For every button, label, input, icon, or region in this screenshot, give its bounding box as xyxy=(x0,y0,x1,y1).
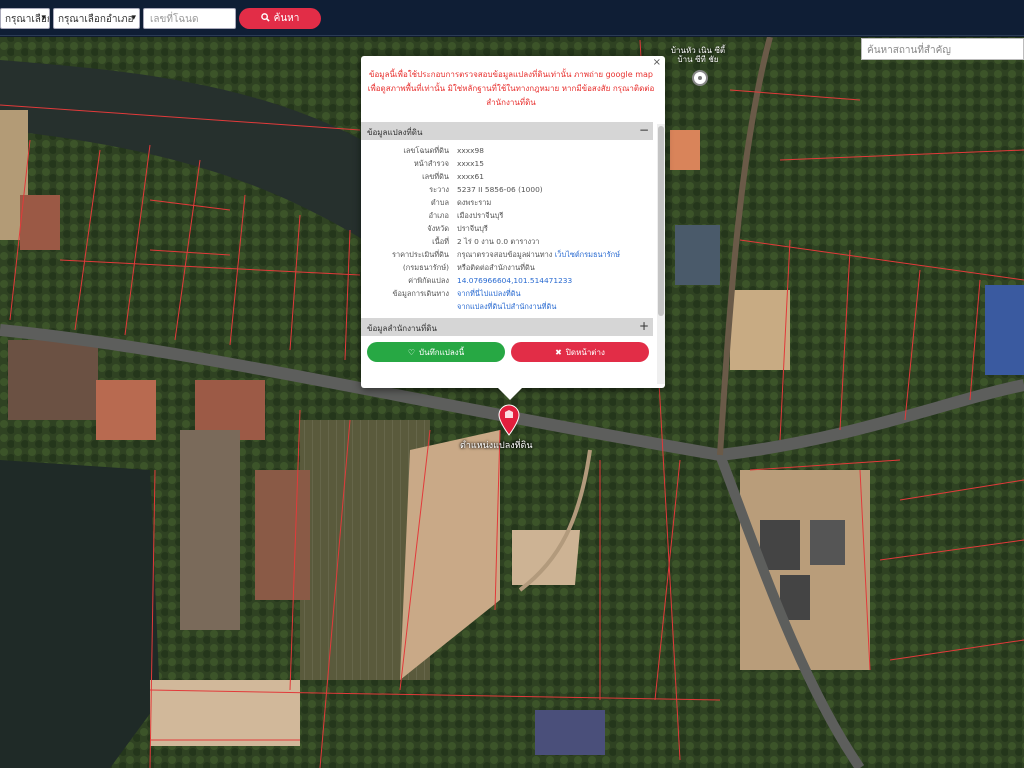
info-row: ระวาง 5237 II 5856-06 (1000) xyxy=(361,183,653,196)
collapse-icon[interactable]: − xyxy=(639,123,649,137)
treasury-link[interactable]: เว็บไซต์กรมธนารักษ์ xyxy=(555,250,620,259)
info-row: เลขโฉนดที่ดิน xxxx98 xyxy=(361,144,653,157)
heart-icon: ♡ xyxy=(407,347,415,357)
section-office-header[interactable]: ข้อมูลสำนักงานที่ดิน + xyxy=(361,318,653,336)
info-label: ข้อมูลการเดินทาง xyxy=(392,289,450,298)
info-label: ระวาง xyxy=(429,185,449,194)
save-parcel-button[interactable]: ♡ บันทึกแปลงนี้ xyxy=(367,342,505,362)
info-label xyxy=(361,300,457,313)
village-label: บ้านหัว เนิน ซีตี้ บ้าน ซีที ชัย xyxy=(668,46,728,64)
section-land-header[interactable]: ข้อมูลแปลงที่ดิน − xyxy=(361,122,653,140)
expand-icon[interactable]: + xyxy=(639,319,649,333)
info-label: เนื้อที่ xyxy=(432,237,449,246)
info-label: อำเภอ xyxy=(428,211,449,220)
search-button[interactable]: ค้นหา xyxy=(239,8,321,29)
village-label-line1: บ้านหัว เนิน ซีตี้ xyxy=(670,46,726,55)
section-land-title: ข้อมูลแปลงที่ดิน xyxy=(367,128,423,137)
district-select[interactable]: กรุณาเลือกอำเภอ ▾ xyxy=(53,8,140,29)
chevron-down-icon: ▾ xyxy=(41,13,46,23)
close-window-button[interactable]: ✖ ปิดหน้าต่าง xyxy=(511,342,649,362)
info-label: ค่าพิกัดแปลง xyxy=(408,276,449,285)
land-info-popup: × ข้อมูลนี้เพื่อใช้ประกอบการตรวจสอบข้อมู… xyxy=(361,56,665,400)
close-window-label: ปิดหน้าต่าง xyxy=(565,347,605,357)
search-icon xyxy=(260,12,270,25)
info-label: เลขที่ดิน xyxy=(422,172,449,181)
info-row: ข้อมูลการเดินทาง จากที่นี่ไปแปลงที่ดิน xyxy=(361,287,653,300)
info-row: ตำบล ดงพระราม xyxy=(361,196,653,209)
info-label: จังหวัด xyxy=(427,224,449,233)
close-icon: ✖ xyxy=(555,347,562,357)
info-label: หน้าสำรวจ xyxy=(413,159,449,168)
map-marker-icon[interactable] xyxy=(497,404,521,436)
info-row: เลขที่ดิน xxxx61 xyxy=(361,170,653,183)
chevron-down-icon: ▾ xyxy=(131,13,136,23)
place-pin-icon[interactable] xyxy=(692,70,708,86)
info-label: (กรมธนารักษ์) xyxy=(402,263,449,272)
district-select-value: กรุณาเลือกอำเภอ xyxy=(58,14,134,25)
coordinates-link[interactable]: 14.076966604,101.514471233 xyxy=(457,274,653,287)
deed-number-input[interactable]: เลขที่โฉนด xyxy=(143,8,236,29)
info-value: หรือติดต่อสำนักงานที่ดิน xyxy=(457,263,535,272)
info-value: ดงพระราม xyxy=(457,198,492,207)
marker-label: ตำแหน่งแปลงที่ดิน xyxy=(460,441,533,451)
landmark-search-input[interactable]: ค้นหาสถานที่สำคัญ xyxy=(861,38,1024,60)
info-value: xxxx15 xyxy=(457,159,484,168)
info-label: ตำบล xyxy=(430,198,449,207)
info-value: xxxx98 xyxy=(457,146,484,155)
info-label: เลขโฉนดที่ดิน xyxy=(403,146,449,155)
info-row: เนื้อที่ 2 ไร่ 0 งาน 0.0 ตารางวา xyxy=(361,235,653,248)
popup-scrollbar[interactable] xyxy=(657,124,665,384)
section-office-title: ข้อมูลสำนักงานที่ดิน xyxy=(367,324,437,333)
info-row: จังหวัด ปราจีนบุรี xyxy=(361,222,653,235)
search-button-label: ค้นหา xyxy=(273,13,300,24)
info-value: xxxx61 xyxy=(457,172,484,181)
info-row: (กรมธนารักษ์) หรือติดต่อสำนักงานที่ดิน xyxy=(361,261,653,274)
info-row: ค่าพิกัดแปลง 14.076966604,101.514471233 xyxy=(361,274,653,287)
info-label: ราคาประเมินที่ดิน xyxy=(391,250,449,259)
info-value: ปราจีนบุรี xyxy=(457,224,488,233)
info-row: ราคาประเมินที่ดิน กรุณาตรวจสอบข้อมูลผ่านท… xyxy=(361,248,653,261)
info-value-text: กรุณาตรวจสอบข้อมูลผ่านทาง xyxy=(457,250,553,259)
land-info-table: เลขโฉนดที่ดิน xxxx98 หน้าสำรวจ xxxx15 เลขท… xyxy=(361,144,653,313)
province-select[interactable]: กรุณาเลือกจังหวัด ▾ xyxy=(0,8,50,29)
info-value: กรุณาตรวจสอบข้อมูลผ่านทาง เว็บไซต์กรมธนา… xyxy=(457,248,653,261)
top-toolbar: กรุณาเลือกจังหวัด ▾ กรุณาเลือกอำเภอ ▾ เล… xyxy=(0,0,1024,36)
info-row: จากแปลงที่ดินไปสำนักงานที่ดิน xyxy=(361,300,653,313)
save-parcel-label: บันทึกแปลงนี้ xyxy=(418,347,465,357)
close-icon[interactable]: × xyxy=(653,57,661,68)
directions-to-office-link[interactable]: จากแปลงที่ดินไปสำนักงานที่ดิน xyxy=(457,300,653,313)
info-row: หน้าสำรวจ xxxx15 xyxy=(361,157,653,170)
directions-to-parcel-link[interactable]: จากที่นี่ไปแปลงที่ดิน xyxy=(457,287,653,300)
info-value: 5237 II 5856-06 (1000) xyxy=(457,185,543,194)
village-label-line2: บ้าน ซีที ชัย xyxy=(677,55,719,64)
info-value: 2 ไร่ 0 งาน 0.0 ตารางวา xyxy=(457,237,540,246)
info-row: อำเภอ เมืองปราจีนบุรี xyxy=(361,209,653,222)
info-value: เมืองปราจีนบุรี xyxy=(457,211,504,220)
popup-warning-text: ข้อมูลนี้เพื่อใช้ประกอบการตรวจสอบข้อมูลแ… xyxy=(367,70,655,107)
